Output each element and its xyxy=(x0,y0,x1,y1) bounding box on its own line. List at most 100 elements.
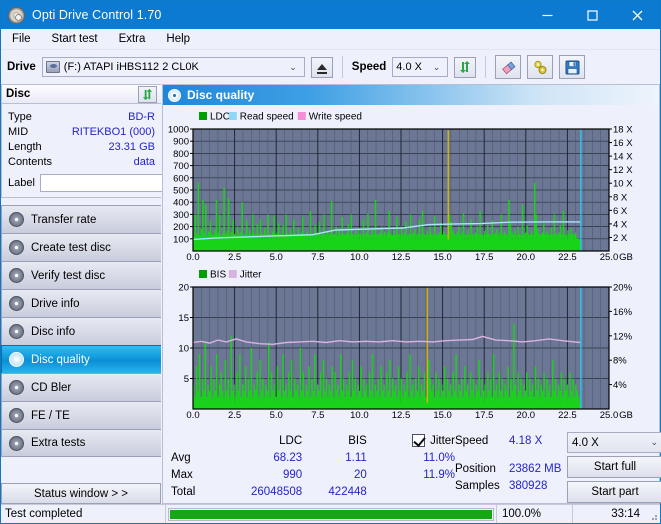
eject-button[interactable] xyxy=(310,56,333,78)
disc-contents-key: Contents xyxy=(8,155,53,168)
minimize-button[interactable] xyxy=(525,1,570,29)
speed-select[interactable]: 4.0 X ⌄ xyxy=(392,57,449,77)
stats-row-label: Avg xyxy=(171,451,191,464)
toolbar-divider-2 xyxy=(485,56,487,78)
disc-mid-value: RITEKBO1 (000) xyxy=(71,125,155,138)
sidebar-item-verify-test-disc[interactable]: Verify test disc xyxy=(1,261,161,289)
stats-area: LDC BIS Jitter Avg 68.23 1.11 11.0% Max … xyxy=(163,429,661,503)
position-label: Position xyxy=(455,462,496,475)
svg-text:16 X: 16 X xyxy=(613,138,633,149)
svg-text:LDC: LDC xyxy=(210,112,230,123)
jitter-toggle[interactable]: Jitter xyxy=(373,434,455,447)
sidebar-item-drive-info[interactable]: Drive info xyxy=(1,289,161,317)
menu-help[interactable]: Help xyxy=(164,32,192,46)
svg-text:10.0: 10.0 xyxy=(350,410,369,420)
sidebar-item-label: Drive info xyxy=(31,297,80,310)
svg-text:5.0: 5.0 xyxy=(270,252,283,263)
stats-total-bis: 422448 xyxy=(328,485,367,498)
app-window: Opti Drive Control 1.70 File Start test … xyxy=(0,0,661,524)
svg-text:400: 400 xyxy=(173,198,189,209)
sidebar-item-transfer-rate[interactable]: Transfer rate xyxy=(1,205,161,233)
start-full-button[interactable]: Start full xyxy=(567,456,661,478)
stats-avg-bis: 1.11 xyxy=(345,451,367,464)
charts-container: LDC Read speed Write speed 100 200 300 400 500 6… xyxy=(163,105,659,429)
sidebar-item-fe-te[interactable]: FE / TE xyxy=(1,401,161,429)
page-title: Disc quality xyxy=(187,88,255,102)
maximize-button[interactable] xyxy=(570,1,615,29)
svg-text:25.0: 25.0 xyxy=(600,410,619,420)
svg-text:20%: 20% xyxy=(613,283,633,294)
sidebar-item-extra-tests[interactable]: Extra tests xyxy=(1,429,161,457)
stats-total-ldc: 26048508 xyxy=(251,485,303,498)
svg-text:12.5: 12.5 xyxy=(392,252,411,263)
tools-button[interactable] xyxy=(527,55,554,79)
sidebar: Disc Type BD-R MID RITEKBO1 (000) Length… xyxy=(1,84,243,504)
run-stats-table: Speed 4.18 X Position 23862 MB Samples 3… xyxy=(455,432,567,503)
disc-contents-value: data xyxy=(133,155,155,168)
position-row: Position 23862 MB xyxy=(455,460,567,477)
disc-refresh-button[interactable] xyxy=(138,85,157,103)
status-window-button[interactable]: Status window > > xyxy=(1,483,161,504)
table-row: Max 990 20 11.9% xyxy=(171,466,455,483)
sidebar-item-disc-info[interactable]: Disc info xyxy=(1,317,161,345)
svg-text:500: 500 xyxy=(173,186,189,197)
svg-text:12.5: 12.5 xyxy=(392,410,411,420)
elapsed-time: 33:14 xyxy=(572,505,646,523)
svg-text:0.0: 0.0 xyxy=(186,410,199,420)
svg-text:1000: 1000 xyxy=(168,125,189,136)
svg-text:8 X: 8 X xyxy=(613,192,628,203)
svg-text:20.0: 20.0 xyxy=(517,252,536,263)
svg-text:300: 300 xyxy=(173,210,189,221)
disc-icon xyxy=(9,380,24,395)
status-bar: Test completed 100.0% 33:14 xyxy=(1,504,660,523)
svg-text:Jitter: Jitter xyxy=(240,270,262,281)
svg-text:2.5: 2.5 xyxy=(228,410,241,420)
svg-text:17.5: 17.5 xyxy=(475,252,494,263)
disc-icon xyxy=(9,296,24,311)
table-row: Avg 68.23 1.11 11.0% xyxy=(171,449,455,466)
stats-row-label: Max xyxy=(171,468,193,481)
drive-select[interactable]: (F:) ATAPI iHBS112 2 CL0K ⌄ xyxy=(41,57,305,77)
menu-extra[interactable]: Extra xyxy=(117,32,148,46)
test-speed-select[interactable]: 4.0 X ⌄ xyxy=(567,432,661,453)
refresh-button[interactable] xyxy=(454,56,477,78)
svg-text:100: 100 xyxy=(173,234,189,245)
jitter-checkbox[interactable] xyxy=(412,434,426,447)
drive-icon xyxy=(45,61,60,73)
disc-icon xyxy=(9,352,24,367)
stats-max-jitter: 11.9% xyxy=(423,468,455,481)
progress-bar xyxy=(168,507,494,521)
jitter-label: Jitter xyxy=(430,434,455,447)
window-title: Opti Drive Control 1.70 xyxy=(32,8,162,22)
main-body: Disc Type BD-R MID RITEKBO1 (000) Length… xyxy=(1,84,661,504)
speed-row: Speed 4.18 X xyxy=(455,432,567,449)
menu-start-test[interactable]: Start test xyxy=(50,32,100,46)
menu-file[interactable]: File xyxy=(10,32,33,46)
sidebar-item-label: Disc info xyxy=(31,325,76,338)
svg-text:900: 900 xyxy=(173,137,189,148)
sidebar-item-cd-bler[interactable]: CD Bler xyxy=(1,373,161,401)
svg-text:7.5: 7.5 xyxy=(311,410,324,420)
chevron-down-icon: ⌄ xyxy=(432,61,441,72)
toolbar-divider-1 xyxy=(341,56,343,78)
sidebar-item-create-test-disc[interactable]: Create test disc xyxy=(1,233,161,261)
resize-grip[interactable] xyxy=(646,505,660,523)
sidebar-item-disc-quality[interactable]: Disc quality xyxy=(1,345,161,373)
run-controls: 4.0 X ⌄ Start full Start part xyxy=(567,432,661,503)
close-button[interactable] xyxy=(615,1,660,29)
save-button[interactable] xyxy=(559,55,586,79)
start-part-button[interactable]: Start part xyxy=(567,481,661,503)
disc-icon xyxy=(9,212,24,227)
title-bar: Opti Drive Control 1.70 xyxy=(1,1,660,29)
disc-label-key: Label xyxy=(8,176,35,189)
svg-text:GB: GB xyxy=(619,410,633,420)
samples-label: Samples xyxy=(455,479,500,492)
disc-quality-panel: Disc quality LDC Read speed Write speed 100… xyxy=(162,84,661,504)
svg-text:4 X: 4 X xyxy=(613,219,628,230)
erase-button[interactable] xyxy=(495,55,522,79)
stats-avg-ldc: 68.23 xyxy=(273,451,303,464)
refresh-icon xyxy=(460,61,471,73)
progress-area xyxy=(166,505,496,523)
svg-text:2.5: 2.5 xyxy=(228,252,241,263)
position-value: 23862 MB xyxy=(509,462,562,475)
